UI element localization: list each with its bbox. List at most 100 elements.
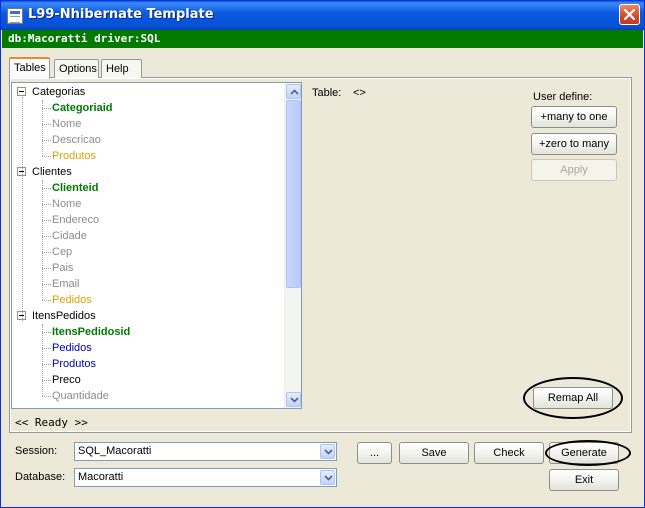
tree-node-label: Cidade (52, 230, 87, 242)
main-window: L99-Nhibernate Template db:Macoratti dri… (0, 0, 645, 508)
tree-node-label: ItensPedidos (32, 310, 96, 322)
title-bar[interactable]: L99-Nhibernate Template (1, 1, 644, 30)
chevron-down-icon (324, 475, 333, 481)
tree-column-node[interactable]: Nome (52, 116, 81, 132)
tree-node-label: Produtos (52, 150, 97, 162)
save-button[interactable]: Save (399, 442, 469, 464)
tree-table-node[interactable]: ItensPedidos (32, 308, 96, 324)
tree-connector (22, 97, 23, 321)
tree-column-node[interactable]: Cidade (52, 228, 87, 244)
tree-node-label: Produtos (52, 358, 97, 370)
database-dropdown-button[interactable] (320, 470, 335, 485)
tree-connector (42, 268, 51, 269)
table-label: Table: (312, 87, 342, 99)
tree-connector (42, 100, 43, 156)
tree-column-node[interactable]: Email (52, 276, 80, 292)
tree-node-label: Clientes (32, 166, 72, 178)
tree-node-label: Quantidade (52, 390, 109, 402)
tree-connector (42, 396, 51, 397)
tree-connector (42, 236, 51, 237)
tree-column-node[interactable]: Descricao (52, 132, 101, 148)
tree-column-node[interactable]: Cep (52, 244, 72, 260)
table-value: <> (353, 87, 366, 99)
tree-node-label: Nome (52, 118, 82, 130)
tree-connector (42, 220, 51, 221)
check-button[interactable]: Check (474, 442, 544, 464)
tree-connector (42, 332, 51, 333)
tree-column-node[interactable]: ItensPedidosid (52, 324, 130, 340)
tree-column-node[interactable]: Preco (52, 372, 81, 388)
collapse-icon[interactable] (17, 87, 26, 96)
browse-button[interactable]: ... (357, 442, 392, 464)
tree-node-label: Nome (52, 198, 82, 210)
database-select[interactable]: Macoratti (74, 468, 337, 487)
tree-scrollbar[interactable] (284, 83, 301, 408)
db-info-bar: db:Macoratti driver:SQL (2, 30, 643, 48)
tree-connector (42, 188, 51, 189)
zero-to-many-button[interactable]: +zero to many (531, 133, 617, 155)
tree-node-label: Descricao (52, 134, 101, 146)
tree-connector (42, 300, 51, 301)
many-to-one-button[interactable]: +many to one (531, 106, 617, 128)
tree-table-node[interactable]: Clientes (32, 164, 72, 180)
tree-node-label: Clienteid (52, 182, 99, 194)
tree-column-node[interactable]: Nome (52, 196, 81, 212)
scroll-down-button[interactable] (286, 392, 301, 407)
tree-node-label: Preco (52, 374, 81, 386)
tree-connector (42, 252, 51, 253)
tree-column-node[interactable]: Pedidos (52, 340, 92, 356)
tab-options[interactable]: Options (54, 59, 99, 78)
tree-connector (42, 108, 51, 109)
database-label: Database: (15, 471, 66, 483)
tree-column-node[interactable]: Endereco (52, 212, 99, 228)
table-tree[interactable]: Categorias Categoriaid Nome Descricao Produt… (11, 82, 302, 409)
chevron-down-icon (290, 397, 299, 403)
tree-connector (42, 364, 51, 365)
session-select[interactable]: SQL_Macoratti (74, 442, 337, 461)
tree-column-node[interactable]: Quantidade (52, 388, 109, 404)
tree-connector (42, 140, 51, 141)
close-button[interactable] (619, 4, 640, 25)
database-value: Macoratti (78, 471, 124, 483)
chevron-down-icon (324, 449, 333, 455)
tree-node-label: Pais (52, 262, 74, 274)
window-title: L99-Nhibernate Template (28, 7, 214, 22)
status-text: << Ready >> (15, 416, 88, 429)
tree-column-node[interactable]: Produtos (52, 356, 96, 372)
session-dropdown-button[interactable] (320, 444, 335, 459)
user-define-label: User define: (533, 91, 593, 103)
tree-node-label: Categorias (32, 86, 86, 98)
tree-connector (42, 380, 51, 381)
generate-highlight (545, 440, 631, 466)
chevron-up-icon (290, 89, 299, 95)
tab-tables[interactable]: Tables (9, 57, 50, 79)
tree-connector (42, 324, 43, 396)
tree-column-node[interactable]: Clienteid (52, 180, 98, 196)
remap-all-highlight (523, 377, 623, 419)
app-icon (7, 8, 23, 24)
tree-connector (42, 180, 43, 300)
session-label: Session: (15, 445, 58, 457)
scroll-up-button[interactable] (286, 84, 301, 99)
tree-connector (42, 124, 51, 125)
tree-table-node[interactable]: Categorias (32, 84, 85, 100)
tree-node-label: Categoriaid (52, 102, 113, 114)
tree-column-node[interactable]: Pais (52, 260, 73, 276)
tree-node-label: Email (52, 278, 80, 290)
tree-node-label: ItensPedidosid (52, 326, 131, 338)
session-value: SQL_Macoratti (78, 445, 152, 457)
scroll-thumb[interactable] (286, 100, 301, 288)
tree-connector (42, 204, 51, 205)
tree-column-node[interactable]: Pedidos (52, 292, 92, 308)
exit-button[interactable]: Exit (549, 469, 619, 491)
tree-node-label: Endereco (52, 214, 100, 226)
tree-column-node[interactable]: Categoriaid (52, 100, 113, 116)
tree-connector (42, 348, 51, 349)
tree-connector (42, 156, 51, 157)
tree-node-label: Pedidos (52, 294, 92, 306)
tree-connector (42, 284, 51, 285)
tab-help[interactable]: Help (101, 59, 142, 78)
apply-button[interactable]: Apply (531, 159, 617, 181)
tree-column-node[interactable]: Produtos (52, 148, 96, 164)
tree-node-label: Pedidos (52, 342, 92, 354)
